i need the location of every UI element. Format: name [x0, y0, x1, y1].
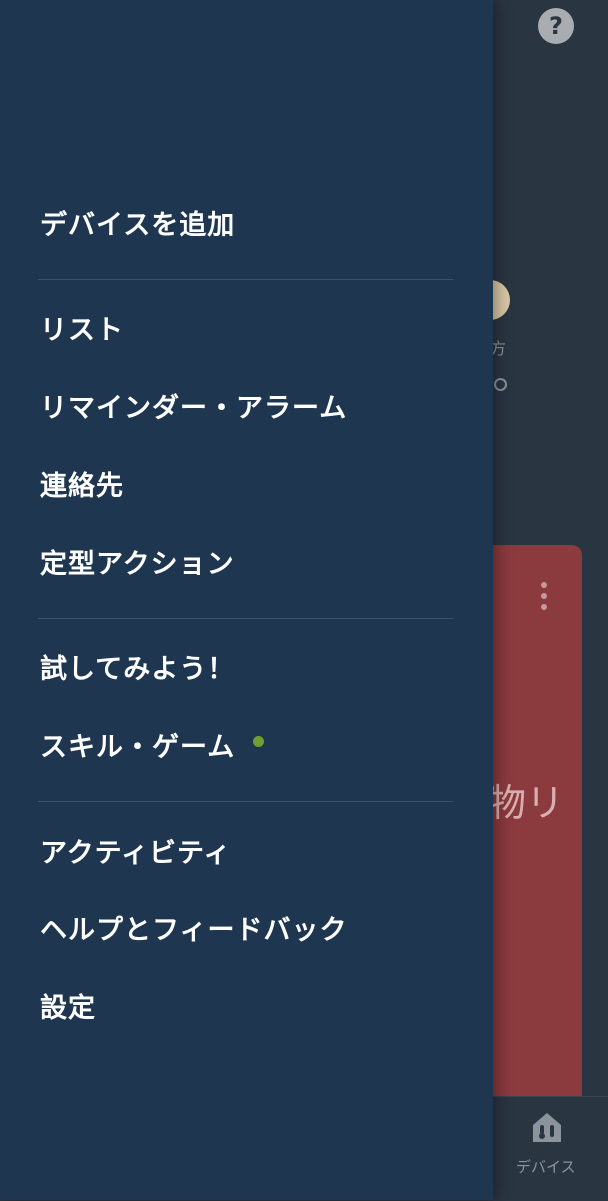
bottom-nav-devices-label[interactable]: デバイス [516, 1156, 576, 1177]
menu-item-try-it[interactable]: 試してみよう！ [40, 644, 235, 696]
help-icon[interactable]: ? [538, 8, 574, 44]
divider [38, 618, 453, 619]
divider [38, 801, 453, 802]
menu-item-activity[interactable]: アクティビティ [40, 828, 231, 880]
menu-item-settings[interactable]: 設定 [40, 983, 96, 1035]
menu-item-reminders-alarms[interactable]: リマインダー・アラーム [40, 383, 347, 435]
indicator-dot [494, 378, 507, 391]
more-options-icon[interactable] [541, 582, 547, 610]
card-text: 物リ [488, 781, 565, 825]
menu-item-routines[interactable]: 定型アクション [40, 539, 235, 591]
menu-item-skills-games[interactable]: スキル・ゲーム [40, 722, 235, 774]
navigation-drawer: デバイスを追加 リスト リマインダー・アラーム 連絡先 定型アクション 試してみ… [0, 0, 493, 1200]
menu-item-lists[interactable]: リスト [40, 305, 124, 357]
new-badge-dot [253, 736, 264, 747]
menu-item-contacts[interactable]: 連絡先 [40, 461, 124, 513]
menu-item-help-feedback[interactable]: ヘルプとフィードバック [40, 905, 347, 957]
menu-item-add-device[interactable]: デバイスを追加 [40, 200, 235, 252]
divider [38, 279, 453, 280]
devices-icon[interactable] [528, 1108, 566, 1146]
